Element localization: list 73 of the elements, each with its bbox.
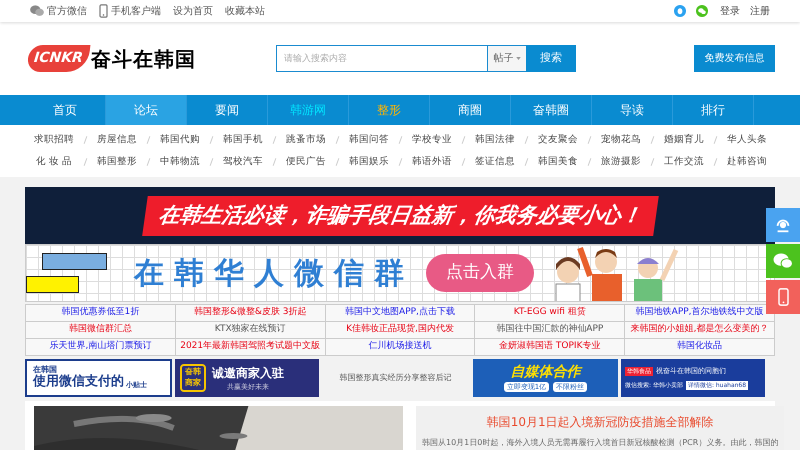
ad-text: 诚邀商家入驻 [212, 364, 284, 382]
logo-mark: ICNKR [26, 45, 90, 72]
promo-link[interactable]: 韩国中文地图APP,点击下载 [326, 305, 476, 322]
category-link[interactable]: 韩国代购 [156, 133, 204, 148]
group-banner[interactable]: 在韩华人微信群 点击入群 [25, 244, 775, 302]
account-link[interactable]: 登录 [720, 4, 740, 18]
promo-link[interactable]: 韩国优惠券低至1折 [26, 305, 176, 322]
category-link[interactable]: 婚姻育儿 [660, 133, 708, 148]
ad-text: 自媒体合作 [510, 364, 580, 382]
promo-link[interactable]: K佳韩妆正品现货,国内代发 [326, 322, 476, 339]
promo-link[interactable]: 韩国往中国汇款的神仙APP [475, 322, 626, 339]
category-link[interactable]: 韩国法律 [471, 133, 519, 148]
search-button[interactable]: 搜索 [526, 45, 576, 72]
category-link[interactable]: 驾校汽车 [219, 154, 267, 169]
promo-link[interactable]: 仁川机场接送机 [326, 339, 476, 356]
float-button[interactable] [766, 280, 800, 314]
search-field[interactable]: 请输入搜索内容 [276, 45, 488, 72]
qq-icon[interactable] [674, 5, 686, 17]
promo-link[interactable]: 韩国整形&微整&皮肤 3折起 [176, 305, 326, 322]
promo-link[interactable]: 韩国化妆品 [625, 339, 775, 356]
ad-link[interactable]: 韩国整形真实经历分享整容后记 [340, 372, 452, 384]
promo-link[interactable]: KT-EGG wifi 租赁 [475, 305, 626, 322]
category-link[interactable]: 中韩物流 [156, 154, 204, 169]
category-link[interactable]: 房屋信息 [93, 133, 141, 148]
promo-link[interactable]: 韩国微信群汇总 [26, 322, 176, 339]
top-link[interactable]: 设为首页 [173, 4, 213, 18]
publish-button[interactable]: 免费发布信息 [694, 45, 775, 72]
category-link[interactable]: 交友聚会 [534, 133, 582, 148]
news-summary: 韩国从10月1日0时起，海外入境人员无需再履行入境首日新冠核酸检测（PCR）义务。由此，韩国的 [422, 437, 778, 449]
category-link[interactable]: 宠物花鸟 [597, 133, 645, 148]
ad-text: 使用微信支付的 [33, 374, 124, 390]
category-link[interactable]: 旅游摄影 [597, 154, 645, 169]
promo-link[interactable]: KTX独家在线预订 [176, 322, 326, 339]
category-link[interactable]: 韩国手机 [219, 133, 267, 148]
site-name: 奋斗在韩国 [90, 46, 196, 72]
category-link[interactable]: 华人头条 [723, 133, 771, 148]
wechat-icon[interactable] [696, 5, 708, 17]
wechat-icon [30, 5, 44, 17]
top-link[interactable]: 收藏本站 [225, 4, 265, 18]
ad-text: 奋韩商家 [180, 364, 206, 392]
caret-icon [516, 57, 520, 60]
float-button[interactable] [766, 208, 800, 242]
category-link[interactable]: 韩国问答 [345, 133, 393, 148]
category-link[interactable]: 便民广告 [282, 154, 330, 169]
category-link[interactable]: 韩国美食 [534, 154, 582, 169]
category-link[interactable]: 韩语外语 [408, 154, 456, 169]
banner-decoration [26, 276, 79, 293]
float-button[interactable] [766, 244, 800, 278]
scope-dropdown[interactable]: 帖子 [488, 45, 526, 72]
banner-title: 在韩华人微信群 [134, 254, 414, 292]
top-link[interactable]: 官方微信 [47, 4, 87, 18]
category-link[interactable]: 韩国娱乐 [345, 154, 393, 169]
ad-text: 在韩国 [33, 366, 58, 374]
banner-decoration [42, 253, 107, 270]
top-link[interactable]: 手机客户端 [111, 4, 161, 18]
category-link[interactable]: 学校专业 [408, 133, 456, 148]
promo-link[interactable]: 2021年最新韩国驾照考试题中文版 [176, 339, 326, 356]
promo-link[interactable]: 金妍淑韩国语 TOPIK专业 [475, 339, 626, 356]
notice-banner[interactable]: 在韩生活必读，诈骗手段日益新，你我务必要小心！ [25, 187, 775, 244]
category-link[interactable]: 韩国整形 [93, 154, 141, 169]
phone-icon [778, 288, 788, 306]
wechat-icon [773, 252, 793, 270]
notice-text: 在韩生活必读，诈骗手段日益新，你我务必要小心！ [142, 196, 658, 236]
category-link[interactable]: 化 妆 品 [30, 154, 78, 169]
phone-icon [99, 4, 108, 18]
category-link[interactable]: 签证信息 [471, 154, 519, 169]
category-link[interactable]: 求职招聘 [30, 133, 78, 148]
category-link[interactable]: 工作交流 [660, 154, 708, 169]
category-link[interactable]: 赴韩咨询 [723, 154, 771, 169]
promo-link[interactable]: 来韩国的小姐姐,都是怎么变美的？ [625, 322, 775, 339]
account-link[interactable]: 注册 [750, 4, 770, 18]
category-link[interactable]: 跳蚤市场 [282, 133, 330, 148]
promo-link[interactable]: 乐天世界,南山塔门票预订 [26, 339, 176, 356]
